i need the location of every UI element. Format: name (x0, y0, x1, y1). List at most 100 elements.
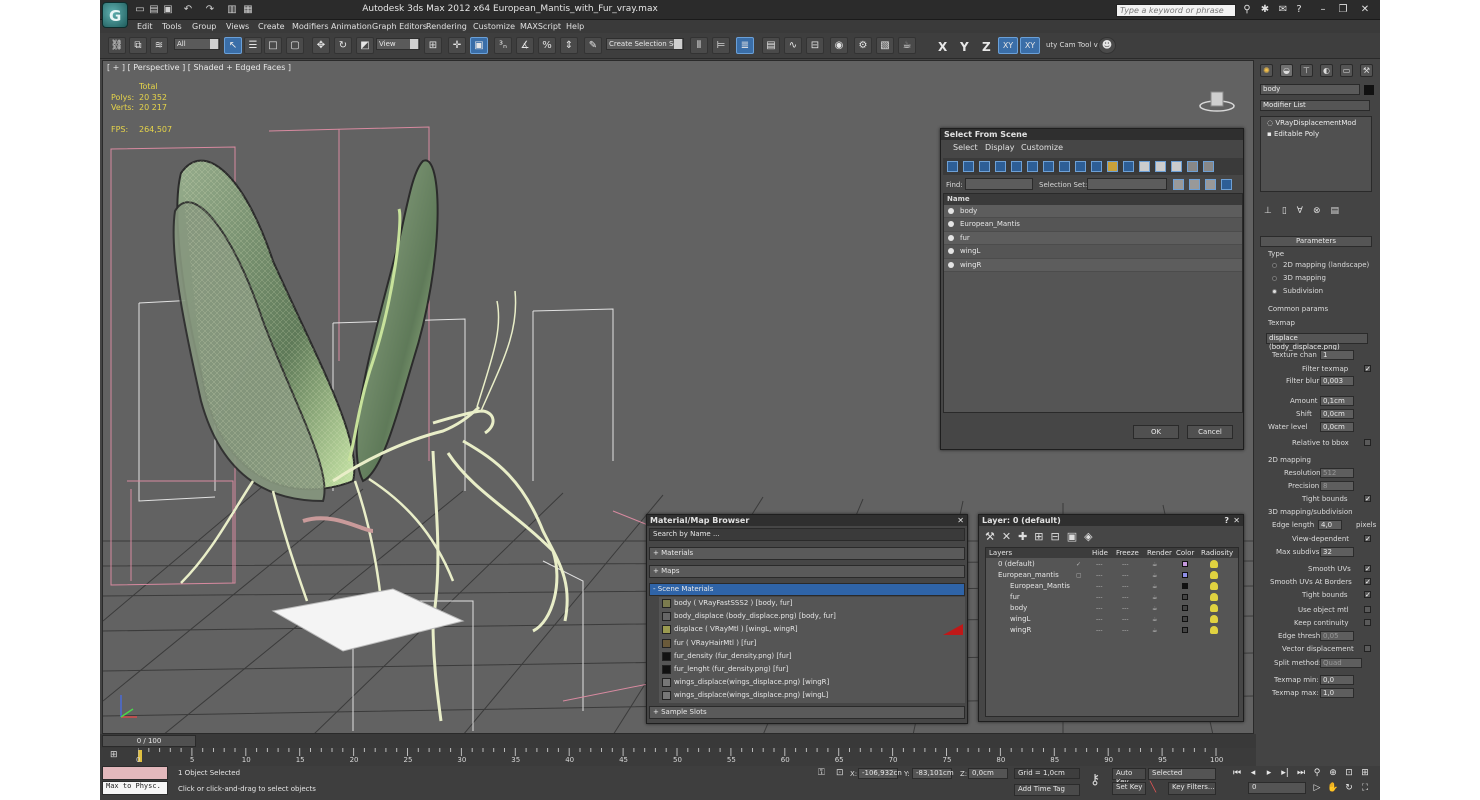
time-slider-thumb[interactable]: 0 / 100 (102, 735, 196, 747)
material-browser-close-icon[interactable]: ✕ (957, 515, 964, 526)
scene-materials-category[interactable]: - Scene Materials (649, 583, 965, 596)
layer-help-icon[interactable]: ? (1224, 515, 1229, 526)
max-subdivs-input[interactable]: 32 (1320, 547, 1354, 557)
hide-toggle[interactable]: --- (1096, 570, 1106, 579)
menu-help[interactable]: Help (566, 22, 584, 31)
window-crossing-icon[interactable]: ▢ (286, 37, 304, 54)
hide-toggle[interactable]: --- (1096, 592, 1106, 601)
list-item[interactable]: European_Mantis (944, 218, 1242, 232)
render-teapot-icon[interactable]: ☕ (1152, 559, 1162, 568)
maxscript-mini-listener[interactable]: Max to Physc. (102, 781, 168, 795)
sfs-filter-lights-icon[interactable] (979, 161, 990, 172)
shift-input[interactable]: 0,0cm (1320, 409, 1354, 419)
selected-dropdown[interactable]: Selected (1148, 768, 1216, 780)
object-name-input[interactable]: body (1260, 84, 1360, 95)
freeze-toggle[interactable]: --- (1122, 581, 1132, 590)
menu-group[interactable]: Group (192, 22, 216, 31)
amount-input[interactable]: 0,1cm (1320, 396, 1354, 406)
search-icon[interactable]: ⚲ (1240, 3, 1254, 16)
freeze-toggle[interactable]: --- (1122, 559, 1132, 568)
menu-edit[interactable]: Edit (137, 22, 153, 31)
object-color-swatch[interactable] (1182, 616, 1188, 622)
hide-toggle[interactable]: --- (1096, 603, 1106, 612)
selection-region-icon[interactable]: □ (264, 37, 282, 54)
menu-tools[interactable]: Tools (162, 22, 182, 31)
sfs-set-a-icon[interactable] (1173, 179, 1184, 190)
sample-slots-category[interactable]: + Sample Slots (649, 705, 965, 719)
align-icon[interactable]: ⊨ (712, 37, 730, 54)
freeze-toggle[interactable]: --- (1122, 614, 1132, 623)
menu-rendering[interactable]: Rendering (426, 22, 467, 31)
vector-displacement-checkbox[interactable] (1364, 645, 1371, 652)
keep-continuity-checkbox[interactable] (1364, 619, 1371, 626)
previous-frame-icon[interactable]: ◂ (1246, 767, 1260, 779)
view-dependent-checkbox[interactable]: ✓ (1364, 535, 1371, 543)
display-tab-icon[interactable]: ▭ (1340, 64, 1353, 77)
radiosity-icon[interactable] (1210, 571, 1218, 579)
table-row[interactable]: wingR --- --- ☕ (986, 625, 1232, 636)
axis-xy-cycle-button[interactable]: XY (1020, 37, 1040, 54)
sfs-filter-hidden-icon[interactable] (1123, 161, 1134, 172)
sfs-sort-icon[interactable] (1203, 161, 1214, 172)
menu-views[interactable]: Views (226, 22, 249, 31)
cam-tool-label[interactable]: uty Cam Tool v (1046, 41, 1098, 49)
radiosity-icon[interactable] (1210, 604, 1218, 612)
col-radiosity[interactable]: Radiosity (1201, 549, 1233, 557)
col-freeze[interactable]: Freeze (1116, 549, 1139, 557)
sfs-set-c-icon[interactable] (1205, 179, 1216, 190)
ref-coord-dropdown[interactable]: View (376, 38, 420, 50)
render-teapot-icon[interactable]: ☕ (1152, 614, 1162, 623)
sfs-filter-geometry-icon[interactable] (947, 161, 958, 172)
object-color-swatch[interactable] (1182, 583, 1188, 589)
hide-toggle[interactable]: --- (1096, 581, 1106, 590)
edge-length-input[interactable]: 4,0 (1318, 520, 1342, 530)
render-teapot-icon[interactable]: ☕ (1152, 592, 1162, 601)
graphite-modeling-icon[interactable]: ▤ (762, 37, 780, 54)
list-item[interactable]: fur_density (fur_density.png) [fur] (659, 649, 965, 663)
zoom-icon[interactable]: ⚲ (1310, 767, 1324, 779)
minimize-icon[interactable]: – (1316, 3, 1330, 16)
object-color-swatch[interactable] (1182, 627, 1188, 633)
modifier-editable-poly[interactable]: ▪ Editable Poly (1267, 130, 1319, 138)
filter-blur-input[interactable]: 0,003 (1320, 376, 1354, 386)
bind-spacewarp-icon[interactable]: ≋ (150, 37, 168, 54)
layer-add-icon[interactable]: ▢ (1076, 570, 1086, 579)
radiosity-icon[interactable] (1210, 560, 1218, 568)
move-icon[interactable]: ✥ (312, 37, 330, 54)
object-color-swatch[interactable] (1182, 605, 1188, 611)
sfs-select-invert-icon[interactable] (1171, 161, 1182, 172)
absolute-mode-icon[interactable]: ⊡ (836, 768, 844, 778)
relative-bbox-checkbox[interactable] (1364, 439, 1371, 446)
edge-thresh-input[interactable]: 0,05 (1320, 631, 1354, 641)
sfs-filter-cameras-icon[interactable] (995, 161, 1006, 172)
freeze-toggle[interactable]: --- (1122, 625, 1132, 634)
option-3d-mapping[interactable]: 3D mapping (1283, 274, 1326, 282)
play-icon[interactable]: ▸ (1262, 767, 1276, 779)
table-row[interactable]: body --- --- ☕ (986, 603, 1232, 614)
render-teapot-icon[interactable]: ☕ (1152, 603, 1162, 612)
menu-create[interactable]: Create (258, 22, 285, 31)
smooth-uvs-checkbox[interactable]: ✓ (1364, 565, 1371, 573)
auto-key-button[interactable]: Auto Key (1112, 768, 1146, 786)
layer-color-swatch[interactable] (1182, 572, 1188, 578)
radio-subdivision[interactable] (1272, 289, 1277, 294)
mirror-icon[interactable]: ⫴ (690, 37, 708, 54)
render-teapot-icon[interactable]: ☕ (1152, 625, 1162, 634)
option-subdivision[interactable]: Subdivision (1283, 287, 1323, 295)
viewcube-icon[interactable] (1199, 88, 1235, 112)
viewport-label[interactable]: [ + ] [ Perspective ] [ Shaded + Edged F… (107, 63, 291, 72)
use-object-mtl-checkbox[interactable] (1364, 606, 1371, 613)
sfs-menu-customize[interactable]: Customize (1021, 143, 1063, 152)
modifier-vraydisplacement[interactable]: ◌ VRayDisplacementMod (1267, 119, 1356, 127)
menu-maxscript[interactable]: MAXScript (520, 22, 561, 31)
table-row[interactable]: wingL --- --- ☕ (986, 614, 1232, 625)
set-key-button[interactable]: Set Key (1112, 782, 1146, 795)
radiosity-icon[interactable] (1210, 626, 1218, 634)
list-item[interactable]: fur ( VRayHairMtl ) [fur] (659, 636, 965, 650)
pivot-center-icon[interactable]: ⊞ (424, 37, 442, 54)
create-tab-icon[interactable]: ✺ (1260, 64, 1273, 77)
rotate-icon[interactable]: ↻ (334, 37, 352, 54)
col-layers[interactable]: Layers (989, 549, 1012, 557)
parameters-rollout[interactable]: Parameters (1260, 236, 1372, 247)
sfs-menu-select[interactable]: Select (953, 143, 978, 152)
